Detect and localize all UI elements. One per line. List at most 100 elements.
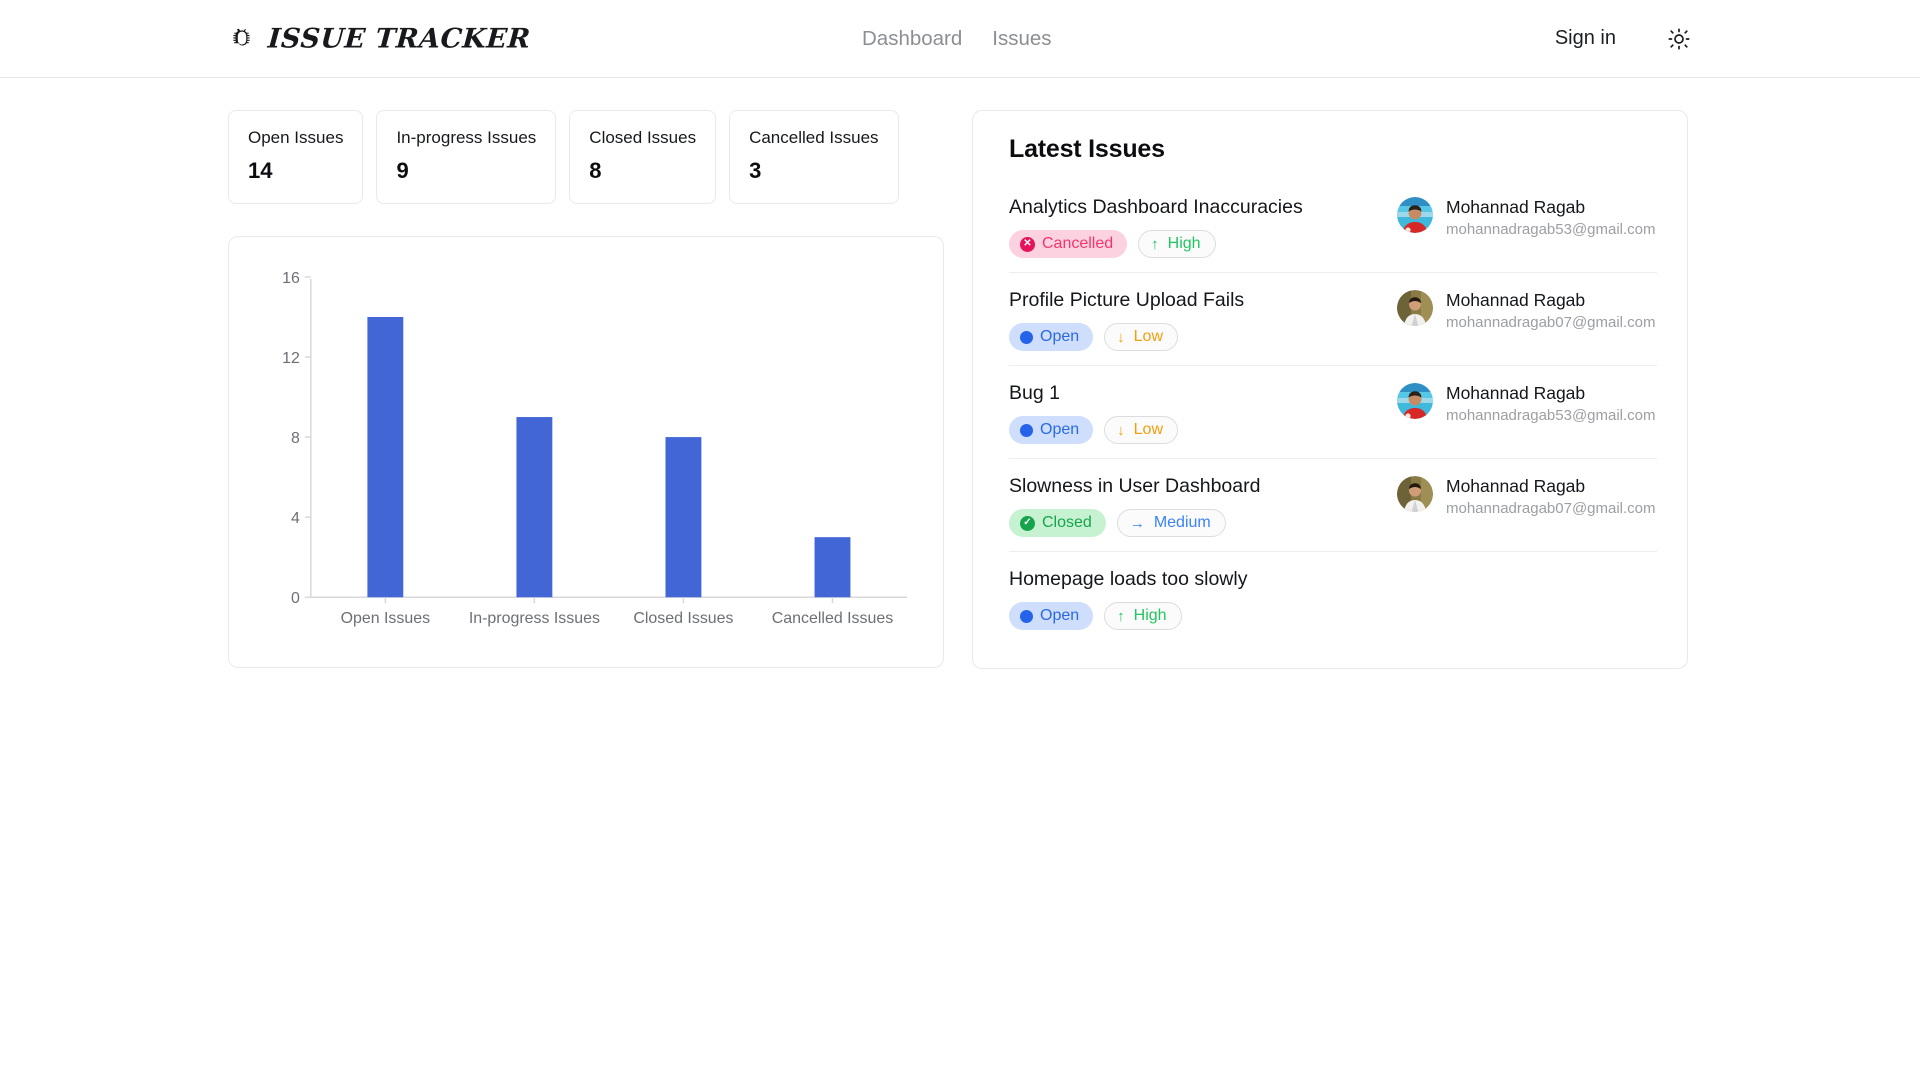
assignee-name: Mohannad Ragab — [1446, 383, 1586, 403]
x-circle-icon: ✕ — [1020, 236, 1035, 252]
issue-badges: Open ↓ Low — [1009, 323, 1244, 351]
stat-card-cancelled-issues[interactable]: Cancelled Issues 3 — [729, 110, 899, 204]
sign-in-link[interactable]: Sign in — [1555, 27, 1616, 50]
bug-icon — [228, 25, 256, 53]
issue-title-link[interactable]: Bug 1 — [1009, 382, 1178, 405]
issue-list: Analytics Dashboard Inaccuracies ✕ Cancell… — [1009, 180, 1657, 644]
priority-label: Low — [1133, 328, 1163, 345]
issue-row[interactable]: Slowness in User Dashboard ✓ Closed → Medium… — [1009, 459, 1657, 552]
issue-summary: Analytics Dashboard Inaccuracies ✕ Cancell… — [1009, 194, 1303, 258]
assignee-meta: Mohannad Ragab mohannadragab07@gmail.com — [1446, 290, 1656, 333]
status-badge: Open — [1009, 323, 1094, 351]
issue-title-link[interactable]: Homepage loads too slowly — [1009, 568, 1247, 591]
avatar — [1397, 383, 1433, 419]
sun-icon[interactable] — [1666, 26, 1692, 52]
priority-arrow-icon: → — [1129, 514, 1145, 532]
svg-text:12: 12 — [282, 350, 300, 367]
priority-badge: → Medium — [1116, 509, 1226, 537]
stat-card-closed-issues[interactable]: Closed Issues 8 — [569, 110, 717, 204]
dashboard-page: Open Issues 14 In-progress Issues 9 Clos… — [0, 78, 1920, 669]
top-navbar: ISSUE TRACKER Dashboard Issues Sign in — [0, 0, 1920, 78]
nav-right-group: Sign in — [1555, 26, 1692, 52]
issue-row[interactable]: Analytics Dashboard Inaccuracies ✕ Cancell… — [1009, 180, 1657, 273]
issue-badges: ✓ Closed → Medium — [1009, 509, 1260, 537]
stat-card-open-issues[interactable]: Open Issues 14 — [228, 110, 364, 204]
nav-item-dashboard[interactable]: Dashboard — [862, 27, 962, 51]
assignee-name: Mohannad Ragab — [1446, 290, 1586, 310]
svg-text:In-progress Issues: In-progress Issues — [469, 610, 600, 627]
stats-row: Open Issues 14 In-progress Issues 9 Clos… — [228, 110, 944, 204]
stat-value: 9 — [396, 158, 409, 183]
svg-text:0: 0 — [291, 590, 300, 607]
issue-badges: ✕ Cancelled ↑ High — [1009, 230, 1303, 258]
check-circle-icon: ✓ — [1020, 515, 1035, 531]
issues-bar-chart-card: 0 4 8 12 16 Open Issues In-progress Issues Clos… — [228, 236, 944, 668]
issue-summary: Homepage loads too slowly Open ↑ High — [1009, 566, 1247, 630]
avatar — [1397, 476, 1433, 512]
issue-summary: Bug 1 Open ↓ Low — [1009, 380, 1178, 444]
priority-label: High — [1167, 235, 1201, 252]
status-label: Open — [1040, 328, 1080, 345]
status-badge: ✕ Cancelled — [1009, 230, 1128, 258]
assignee-email: mohannadragab53@gmail.com — [1446, 220, 1656, 238]
nav-item-issues[interactable]: Issues — [992, 27, 1051, 51]
issue-row[interactable]: Bug 1 Open ↓ Low Mohannad Ragab mohannadragab… — [1009, 366, 1657, 459]
stat-label: Open Issues — [248, 128, 344, 147]
status-label: Closed — [1042, 514, 1092, 531]
priority-arrow-icon: ↓ — [1117, 328, 1125, 346]
left-column: Open Issues 14 In-progress Issues 9 Clos… — [228, 110, 944, 668]
status-badge: Open — [1009, 602, 1094, 630]
issue-badges: Open ↓ Low — [1009, 416, 1178, 444]
issue-title-link[interactable]: Slowness in User Dashboard — [1009, 475, 1260, 498]
latest-issues-title: Latest Issues — [1009, 135, 1165, 163]
priority-badge: ↓ Low — [1104, 416, 1178, 444]
stat-value: 8 — [589, 158, 602, 183]
dot-icon — [1020, 609, 1033, 623]
status-badge: ✓ Closed — [1009, 509, 1106, 537]
svg-text:Closed Issues: Closed Issues — [633, 610, 733, 627]
bar-chart: 0 4 8 12 16 Open Issues In-progress Issues Clos… — [282, 270, 908, 627]
brand-logo[interactable]: ISSUE TRACKER — [228, 23, 532, 54]
svg-text:8: 8 — [291, 430, 300, 447]
status-label: Cancelled — [1042, 235, 1114, 252]
issue-summary: Slowness in User Dashboard ✓ Closed → Medium — [1009, 473, 1260, 537]
priority-label: Low — [1133, 421, 1163, 438]
issue-assignee — [1397, 566, 1657, 569]
svg-text:Open Issues: Open Issues — [341, 610, 431, 627]
issue-row[interactable]: Homepage loads too slowly Open ↑ High — [1009, 552, 1657, 644]
priority-label: Medium — [1153, 514, 1211, 531]
priority-badge: ↓ Low — [1104, 323, 1178, 351]
issue-assignee: Mohannad Ragab mohannadragab07@gmail.com — [1397, 473, 1657, 519]
stat-card-in-progress-issues[interactable]: In-progress Issues 9 — [376, 110, 557, 204]
right-column: Latest Issues Analytics Dashboard Inaccu… — [972, 110, 1688, 669]
status-label: Open — [1040, 421, 1080, 438]
status-badge: Open — [1009, 416, 1094, 444]
issue-badges: Open ↑ High — [1009, 602, 1247, 630]
issue-assignee: Mohannad Ragab mohannadragab53@gmail.com — [1397, 380, 1657, 426]
svg-text:4: 4 — [291, 510, 300, 527]
issue-row[interactable]: Profile Picture Upload Fails Open ↓ Low Moha… — [1009, 273, 1657, 366]
stat-label: Cancelled Issues — [749, 128, 879, 147]
stat-value: 14 — [248, 158, 273, 183]
assignee-email: mohannadragab07@gmail.com — [1446, 313, 1656, 331]
assignee-email: mohannadragab07@gmail.com — [1446, 499, 1656, 517]
dot-icon — [1020, 330, 1033, 344]
priority-badge: ↑ High — [1104, 602, 1182, 630]
issue-title-link[interactable]: Profile Picture Upload Fails — [1009, 289, 1244, 312]
issue-title-link[interactable]: Analytics Dashboard Inaccuracies — [1009, 196, 1303, 219]
stat-label: In-progress Issues — [396, 128, 537, 147]
status-label: Open — [1040, 607, 1080, 624]
main-nav: Dashboard Issues — [862, 27, 1052, 51]
avatar — [1397, 290, 1433, 326]
issue-assignee: Mohannad Ragab mohannadragab07@gmail.com — [1397, 287, 1657, 333]
stat-label: Closed Issues — [589, 128, 697, 147]
assignee-name: Mohannad Ragab — [1446, 197, 1586, 217]
avatar — [1397, 197, 1433, 233]
assignee-meta: Mohannad Ragab mohannadragab53@gmail.com — [1446, 383, 1656, 426]
issue-summary: Profile Picture Upload Fails Open ↓ Low — [1009, 287, 1244, 351]
assignee-email: mohannadragab53@gmail.com — [1446, 406, 1656, 424]
svg-text:Cancelled Issues: Cancelled Issues — [772, 610, 893, 627]
brand-name: ISSUE TRACKER — [266, 23, 532, 54]
priority-arrow-icon: ↑ — [1151, 235, 1159, 253]
priority-badge: ↑ High — [1138, 230, 1216, 258]
